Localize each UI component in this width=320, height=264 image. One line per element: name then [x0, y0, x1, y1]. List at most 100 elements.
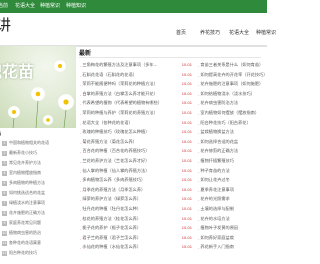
article-link[interactable]: ·兰花的养护方法（兰花怎么养才好） 10-01 [80, 158, 192, 165]
left-list-item[interactable]: 2 最新养花小技巧 [2, 150, 74, 156]
article-title: 花卉的水培方法 [200, 215, 230, 221]
article-link[interactable]: ·桂花的养殖方法（桂花怎么养） 10-01 [80, 216, 192, 223]
bullet-dot-icon: · [198, 64, 200, 69]
article-link[interactable]: ·君子兰的养殖（君子兰怎么养） 10-01 [80, 235, 192, 242]
article-date: 10-01 [181, 90, 192, 96]
left-list-item[interactable]: 11 各种花的花语寓意 [2, 240, 74, 246]
article-link[interactable]: ·白掌的养殖方法（白掌怎么养才能开花） 10-01 [80, 91, 192, 98]
article-link[interactable]: ·三角梅花的繁殖方法及注意事项（多年... 10-01 [80, 62, 192, 69]
article-link[interactable]: ·花卉病虫害防治方法 [198, 100, 265, 107]
article-link[interactable]: ·仙人掌的种植（仙人掌的养殖方法） 10-01 [80, 168, 192, 175]
article-link[interactable]: ·如何养好家庭盆栽 [198, 235, 265, 242]
nav-item-planting-tips[interactable]: 种植常识 [40, 2, 60, 9]
left-list-item[interactable]: 8 花卉施肥的正确方法 [2, 210, 74, 216]
nav-item-current[interactable]: 当前 [0, 2, 8, 9]
article-date: 10-01 [181, 167, 192, 173]
nav-item-flower-language[interactable]: 花语大全 [15, 2, 35, 9]
menu-item-knowledge[interactable]: 种植常识 [256, 29, 276, 36]
left-list-item[interactable]: 9 家庭养花常见问题 [2, 220, 74, 226]
article-link[interactable]: ·如何让花卉过冬 [198, 177, 265, 184]
menu-item-language[interactable]: 花语大全 [229, 29, 249, 36]
article-link[interactable]: ·阳台种花技巧（阳台养花） [198, 120, 265, 127]
article-link[interactable]: ·养花新手入门指南 [198, 244, 265, 251]
left-list-item[interactable]: 12 阳台种花的技巧 [2, 250, 74, 256]
article-title: 盆栽植物换盆方法 [200, 129, 234, 135]
bullet-dot-icon: · [80, 121, 82, 127]
bullet-dot-icon: · [80, 169, 82, 175]
bullet-dot-icon: · [80, 102, 82, 108]
article-link[interactable]: ·多肉植物怎么养（多肉养殖技巧） 10-01 [80, 177, 192, 184]
article-link[interactable]: ·盆栽植物换盆方法 [198, 129, 265, 136]
left-list-item[interactable]: 10 植物病虫害的防治 [2, 230, 74, 236]
article-title: 夏季养花注意事项 [200, 186, 234, 192]
article-date: 10-01 [181, 234, 192, 240]
article-link[interactable]: ·花语大全（各种花的花语） 10-01 [80, 120, 192, 127]
article-date: 10-01 [181, 81, 192, 87]
article-link[interactable]: ·植物扦插繁殖技巧 [198, 158, 265, 165]
bullet-dot-icon: · [80, 64, 82, 69]
left-list-item[interactable]: 6 如何挑选适合的花盆 [2, 190, 74, 196]
site-logo[interactable]: 讲 [0, 14, 11, 35]
article-link[interactable]: ·水仙花的种植（水仙花怎么养） 10-01 [80, 244, 192, 251]
bullet-dot-icon: · [198, 227, 200, 233]
article-link[interactable]: ·如何给植物浇水（浇水技巧） [198, 91, 265, 98]
article-link[interactable]: ·代表希望的植物（代表希望的植物有哪些） 10-01 [80, 100, 192, 107]
bullet-dot-icon: · [80, 227, 82, 233]
banner-image[interactable]: 魄花苗 [0, 46, 76, 128]
article-link[interactable]: ·菊花养殖方法（菊花怎么养） 10-01 [80, 139, 192, 146]
left-list-item[interactable]: 7 绿植浇水的注意事项 [2, 200, 74, 206]
article-date: 10-01 [181, 225, 192, 231]
rank-number-badge: 5 [2, 181, 7, 186]
article-link[interactable]: ·植物叶子发黄的原因 [198, 225, 265, 232]
article-link[interactable]: ·玫瑰的种植技巧（玫瑰花怎么种植） 10-01 [80, 129, 192, 136]
menu-item-home[interactable]: 首页 [176, 29, 186, 36]
article-title: 菊花养殖方法（菊花怎么养） [82, 138, 137, 144]
article-title: 室内植物如何摆放（摆放指南） [200, 110, 260, 115]
article-title: 花卉施肥的注意事项（如何施肥） [200, 81, 264, 87]
bullet-dot-icon: · [80, 217, 82, 223]
rank-number-badge: 2 [2, 151, 7, 156]
left-list-item[interactable]: 4 室内植物摆放指南 [2, 170, 74, 176]
article-link[interactable]: ·花卉的水培方法 [198, 216, 265, 223]
menu-item-tips[interactable]: 养花技巧 [200, 29, 220, 36]
article-link[interactable]: ·种子育苗的方法 [198, 168, 265, 175]
article-title: 如何给植物浇水（浇水技巧） [200, 90, 255, 96]
article-link[interactable]: ·如何选择合适的花盆 [198, 139, 265, 146]
article-link[interactable]: ·花卉修剪的正确方法 [198, 148, 265, 155]
article-title: 桂花的养殖方法（桂花怎么养） [82, 215, 142, 221]
article-link[interactable]: ·月季花的养殖方法（月季怎么养） 10-01 [80, 187, 192, 194]
bullet-dot-icon: · [198, 179, 200, 185]
article-link[interactable]: ·花卉的光照需求 [198, 196, 265, 203]
latest-section-divider [79, 57, 261, 58]
article-link[interactable]: ·绿萝的养护方法（绿萝怎么养） 10-01 [80, 196, 192, 203]
article-link[interactable]: ·土壤的选择与配制 [198, 206, 265, 213]
article-title: 多肉植物怎么养（多肉养殖技巧） [82, 177, 146, 183]
article-link[interactable]: ·石斛花花语（石斛花的花语） 10-01 [80, 72, 192, 79]
article-link[interactable]: ·茉莉不能随便种吗（茉莉花的种植方法） 10-01 [80, 81, 192, 88]
article-link[interactable]: ·栀子花的养护（栀子花怎么养） 10-01 [80, 225, 192, 232]
article-date: 10-01 [181, 206, 192, 211]
article-link[interactable]: ·牡丹花的种植（牡丹花怎么种） 10-01 [80, 206, 192, 213]
bullet-dot-icon: · [80, 198, 82, 204]
article-link[interactable]: ·夏季养花注意事项 [198, 187, 265, 194]
left-list-item[interactable]: 3 常见花卉养护方法 [2, 160, 74, 166]
article-title: 如何选择合适的花盆 [200, 138, 239, 144]
bullet-dot-icon: · [80, 140, 82, 146]
article-link[interactable]: ·百合花的种植（百合花的养殖技巧） 10-01 [80, 148, 192, 155]
article-date: 10-01 [181, 196, 192, 202]
left-list-item-text: 多肉植物的种植方法 [9, 180, 45, 185]
left-list-item[interactable]: 1 中国和植物相关的花语 [2, 140, 74, 146]
rank-number-badge: 6 [2, 191, 7, 196]
article-title: 百合花的种植（百合花的养殖技巧） [82, 148, 150, 154]
nav-item-planting-knowledge[interactable]: 种植知识 [66, 2, 86, 9]
article-link[interactable]: ·茉莉的种植与养护（茉莉花的养殖方法） 10-01 [80, 110, 192, 117]
article-link[interactable]: ·室内植物如何摆放（摆放指南） [198, 110, 265, 117]
article-link[interactable]: ·育苗三者关系是什么（如何育苗） [198, 62, 265, 69]
article-date: 10-01 [181, 119, 192, 125]
article-link[interactable]: ·花卉施肥的注意事项（如何施肥） [198, 81, 265, 88]
article-link[interactable]: ·如何提高花卉的开花率（开花技巧） [198, 72, 265, 79]
bullet-dot-icon: · [198, 73, 200, 79]
article-date: 10-01 [181, 177, 192, 183]
left-list-item[interactable]: 5 多肉植物的种植方法 [2, 180, 74, 186]
bullet-dot-icon: · [80, 112, 82, 117]
